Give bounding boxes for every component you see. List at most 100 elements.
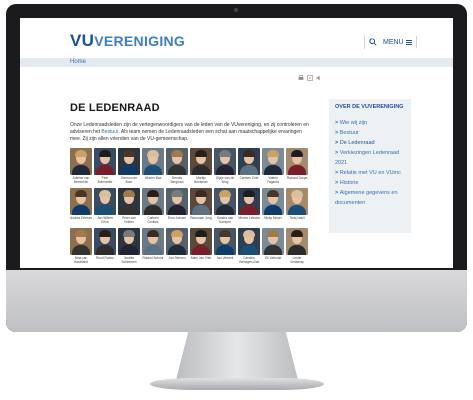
member-name: Valerie Fagarda — [267, 176, 279, 184]
member-card[interactable]: Josette Schimmen — [118, 228, 140, 264]
member-name: Ramonde Jong — [190, 216, 212, 220]
member-photo — [142, 148, 164, 175]
member-name: Gil Verhulst — [264, 256, 282, 260]
member-photo — [70, 188, 92, 215]
member-card[interactable]: Tariq Nabil — [286, 188, 308, 220]
member-name: Dennis Bergman — [170, 176, 184, 184]
breadcrumb-home[interactable]: Home — [70, 59, 86, 65]
member-card[interactable]: Nina van Haselland — [70, 228, 92, 264]
member-card[interactable]: Mare van Vliet — [190, 228, 212, 260]
member-card[interactable]: Valerie Fagarda — [262, 148, 284, 184]
member-card[interactable]: Jan Verkerk — [214, 228, 236, 260]
member-photo — [238, 188, 260, 215]
member-card[interactable]: Nicky Meyer — [262, 188, 284, 220]
search-icon[interactable] — [364, 35, 378, 49]
speaker-icon[interactable] — [316, 75, 322, 81]
member-photo — [190, 188, 212, 215]
hamburger-icon — [405, 39, 412, 45]
page-tools — [298, 75, 322, 81]
sidebar-item-label: Relatie met VU en VUmc — [339, 170, 401, 176]
member-card[interactable]: Jan Willem Erica — [94, 188, 116, 224]
member-card[interactable]: Caroline Verhagen-Dak — [238, 228, 260, 264]
member-card[interactable]: Andrea Drieses — [70, 188, 92, 220]
member-name: Jan Stemen — [168, 256, 186, 260]
member-card[interactable]: Gil Verhulst — [262, 228, 284, 260]
monitor-base — [150, 378, 324, 390]
member-card[interactable]: Carmen Crits — [238, 148, 260, 180]
member-photo — [286, 188, 308, 215]
header-actions: MENU — [364, 34, 417, 50]
member-name: Tariq Nabil — [289, 216, 305, 220]
member-card[interactable]: Lester Verlaerap — [286, 228, 308, 264]
member-name: Richard Dorpe — [286, 176, 308, 180]
member-photo — [190, 148, 212, 175]
member-card[interactable]: Gijsje van de Brug — [214, 148, 236, 184]
member-card[interactable]: Peer Brimswitte — [94, 148, 116, 184]
sidebar-item[interactable]: > Wie wij zijn — [335, 118, 409, 128]
site-logo[interactable]: VUVERENIGING — [70, 31, 185, 51]
sidebar-item-label: De Ledenraad — [339, 140, 375, 146]
sidebar-item[interactable]: > Historie — [335, 178, 409, 188]
member-card[interactable]: Jan Stemen — [166, 228, 188, 260]
member-card[interactable]: Sandra van Kampen — [214, 188, 236, 224]
member-name: Nicky Meyer — [264, 216, 282, 220]
member-card[interactable]: Wouter Bax — [142, 148, 164, 180]
member-card[interactable]: Ramonde Jong — [190, 188, 212, 220]
member-name: Mare van Vliet — [190, 256, 212, 260]
sidebar-item[interactable]: > Verkiezingen Ledenraad 2021 — [335, 148, 409, 168]
member-name: Martijn Brinkman — [194, 176, 208, 184]
sidebar-item[interactable]: > Algemene gegevens en documenten — [335, 188, 409, 208]
sidebar: OVER DE VUVERENIGING > Wie wij zijn > Bes… — [329, 99, 411, 233]
member-card[interactable]: Carleen Grolkes — [142, 188, 164, 224]
member-photo — [262, 228, 284, 255]
sidebar-item-label: Historie — [339, 180, 359, 186]
menu-button[interactable]: MENU — [383, 36, 417, 48]
member-card[interactable]: Ruud Ruben — [94, 228, 116, 260]
member-photo — [238, 228, 260, 255]
member-card[interactable]: Richard Dorpe — [286, 148, 308, 180]
member-card[interactable]: Peter van Velden — [118, 188, 140, 224]
sidebar-item[interactable]: > Bestuur — [335, 128, 409, 138]
member-card[interactable]: Roland Schuur — [142, 228, 164, 260]
screen: VUVERENIGING MENU Home DE LEDENRAAD Onze… — [20, 18, 453, 268]
sidebar-item[interactable]: > De Ledenraad — [335, 138, 409, 148]
member-card[interactable]: Germon de Boer — [118, 148, 140, 184]
sidebar-item[interactable]: > Relatie met VU en VUmc — [335, 168, 409, 178]
member-card[interactable]: Adeline van Bemmelel — [70, 148, 92, 184]
sidebar-list: > Wie wij zijn > Bestuur > De Ledenraad > V… — [335, 118, 409, 208]
member-name: Gijsje van de Brug — [215, 176, 235, 184]
member-name: Roland Schuur — [142, 256, 164, 260]
member-name: Peter van Velden — [122, 216, 136, 224]
member-photo — [238, 148, 260, 175]
member-photo — [262, 188, 284, 215]
member-photo — [286, 228, 308, 255]
member-card[interactable]: Dennis Bergman — [166, 148, 188, 184]
member-card[interactable]: Martijn Brinkman — [190, 148, 212, 184]
bestuur-link[interactable]: Bestuur — [101, 129, 118, 135]
breadcrumb-bar: Home — [20, 58, 453, 67]
member-photo — [262, 148, 284, 175]
member-name: Nina van Haselland — [73, 256, 89, 264]
member-card[interactable]: Menno Lekstra — [238, 188, 260, 220]
member-name: Sandra van Kampen — [216, 216, 234, 224]
member-photo — [286, 148, 308, 175]
member-photo — [214, 228, 236, 255]
member-name: Carleen Grolkes — [147, 216, 159, 224]
member-photo — [214, 188, 236, 215]
member-photo — [142, 188, 164, 215]
member-card[interactable]: Erno Jahnke — [166, 188, 188, 220]
member-photo — [94, 148, 116, 175]
sidebar-item-label: Wie wij zijn — [339, 120, 367, 126]
menu-label: MENU — [383, 38, 404, 46]
share-icon[interactable] — [307, 75, 313, 81]
page-title: DE LEDENRAAD — [70, 102, 160, 114]
member-name: Peer Brimswitte — [97, 176, 113, 184]
member-name: Adeline van Bemmelel — [72, 176, 90, 184]
sidebar-item-label: Algemene gegevens en documenten — [335, 190, 398, 206]
logo-vereniging: VERENIGING — [94, 33, 186, 49]
member-photo — [94, 188, 116, 215]
member-name: Jan Willem Erica — [97, 216, 113, 224]
member-name: Andrea Drieses — [70, 216, 92, 220]
member-name: Jan Verkerk — [216, 256, 234, 260]
print-icon[interactable] — [298, 75, 304, 81]
